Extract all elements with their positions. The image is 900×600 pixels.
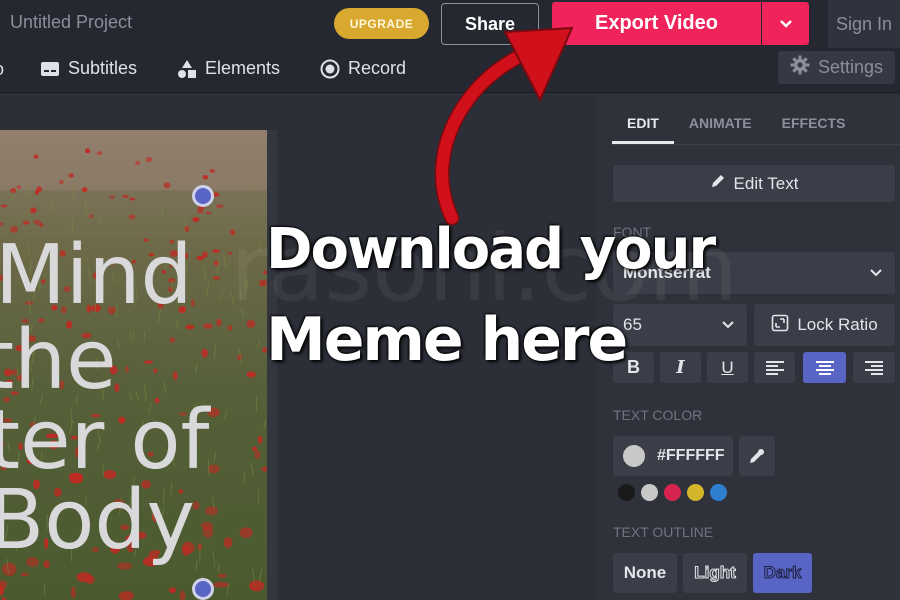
annotation-line-1: Download your xyxy=(266,217,716,282)
lock-ratio-button[interactable]: Lock Ratio xyxy=(754,304,895,346)
color-swatch[interactable] xyxy=(687,484,704,501)
outline-dark-button[interactable]: Dark xyxy=(753,553,812,593)
resize-handle-top[interactable] xyxy=(192,185,214,207)
properties-panel: EDIT ANIMATE EFFECTS Edit Text FONT Mont… xyxy=(596,94,900,600)
align-center-icon xyxy=(815,360,834,375)
text-color-label: TEXT COLOR xyxy=(613,407,703,423)
tab-animate[interactable]: ANIMATE xyxy=(674,112,767,144)
meme-text-line: ter of xyxy=(0,393,210,488)
color-swatch[interactable] xyxy=(641,484,658,501)
color-swatches xyxy=(618,484,727,501)
align-center-button[interactable] xyxy=(803,352,846,383)
subtitles-icon xyxy=(40,59,60,79)
toolbar-item-label: Subtitles xyxy=(68,58,138,78)
chevron-down-icon xyxy=(870,269,882,277)
underline-button[interactable]: U xyxy=(707,352,748,383)
tab-effects[interactable]: EFFECTS xyxy=(767,112,861,144)
share-button[interactable]: Share xyxy=(441,3,539,45)
color-swatch[interactable] xyxy=(618,484,635,501)
gear-icon xyxy=(790,55,810,80)
align-right-button[interactable] xyxy=(853,352,895,383)
video-canvas[interactable]: Mind the ter of Body xyxy=(0,130,277,600)
panel-tabs: EDIT ANIMATE EFFECTS xyxy=(612,112,860,144)
pencil-icon xyxy=(710,173,726,194)
italic-icon: I xyxy=(676,357,685,378)
annotation-line-2: Meme here xyxy=(266,305,628,375)
upgrade-button[interactable]: UPGRADE xyxy=(334,8,429,39)
outline-light-button[interactable]: Light xyxy=(683,553,747,593)
export-options-button[interactable] xyxy=(762,2,809,45)
toolbar-item-record[interactable]: Record xyxy=(320,58,406,79)
align-right-icon xyxy=(865,360,883,375)
lock-ratio-label: Lock Ratio xyxy=(797,315,878,334)
sign-in-button[interactable]: Sign In xyxy=(828,0,900,48)
outline-option-label: None xyxy=(623,563,667,582)
toolbar-item-label: Elements xyxy=(205,58,281,78)
tab-edit[interactable]: EDIT xyxy=(612,112,674,144)
resize-handle-bottom[interactable] xyxy=(192,578,214,600)
text-color-picker[interactable]: #FFFFFF xyxy=(613,436,733,476)
eyedropper-button[interactable] xyxy=(739,436,775,476)
tabs-divider xyxy=(612,144,900,145)
record-icon xyxy=(320,59,340,79)
elements-icon xyxy=(177,59,197,79)
toolbar-item-elements[interactable]: Elements xyxy=(177,58,280,79)
settings-button[interactable]: Settings xyxy=(778,51,895,84)
color-swatch[interactable] xyxy=(710,484,727,501)
text-outline-label: TEXT OUTLINE xyxy=(613,524,714,540)
outline-option-label: Light xyxy=(694,563,737,583)
align-left-button[interactable] xyxy=(754,352,795,383)
outline-option-label: Dark xyxy=(763,563,802,583)
editor-toolbar: o Subtitles Elements Record xyxy=(0,48,900,93)
align-left-icon xyxy=(765,360,784,375)
outline-none-button[interactable]: None xyxy=(613,553,677,593)
settings-label: Settings xyxy=(817,57,884,77)
color-swatch[interactable] xyxy=(664,484,681,501)
edit-text-button[interactable]: Edit Text xyxy=(613,165,895,202)
top-bar: Untitled Project UPGRADE Share Export Vi… xyxy=(0,0,900,48)
toolbar-item-label: Record xyxy=(348,58,407,78)
bold-icon: B xyxy=(627,357,640,377)
cut-off-tool-icon[interactable]: o xyxy=(0,59,4,79)
edit-text-label: Edit Text xyxy=(733,173,799,193)
lock-ratio-icon xyxy=(771,314,789,337)
chevron-down-icon xyxy=(779,19,792,28)
meme-text-line: the xyxy=(0,313,117,408)
meme-text-line: Body xyxy=(0,473,196,568)
meme-text-line: Mind xyxy=(0,228,193,323)
export-video-button[interactable]: Export Video xyxy=(552,2,761,45)
text-color-hex: #FFFFFF xyxy=(657,447,725,464)
toolbar-item-subtitles[interactable]: Subtitles xyxy=(40,58,137,79)
current-color-swatch xyxy=(623,445,645,467)
project-title[interactable]: Untitled Project xyxy=(10,12,132,33)
eyedropper-icon xyxy=(750,449,764,463)
italic-button[interactable]: I xyxy=(660,352,701,383)
underline-icon: U xyxy=(721,357,734,377)
